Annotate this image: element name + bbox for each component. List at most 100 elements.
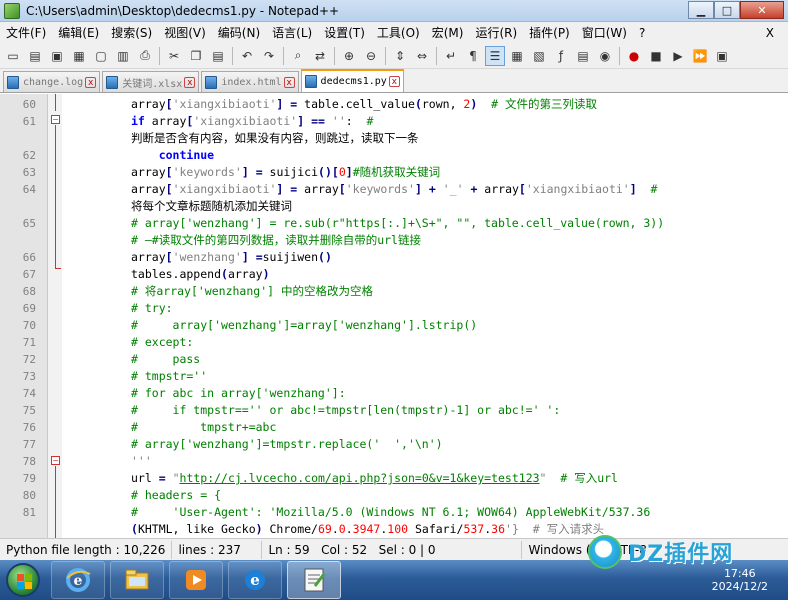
menu-item[interactable]: 插件(P): [523, 24, 576, 41]
paste-icon[interactable]: ▤: [208, 46, 228, 66]
file-icon: [205, 75, 218, 89]
close-file-icon[interactable]: ▢: [91, 46, 111, 66]
sync-vertical-icon[interactable]: ⇕: [390, 46, 410, 66]
tab-close-icon[interactable]: x: [85, 76, 97, 88]
clock-date: 2024/12/2: [711, 580, 768, 593]
replace-icon[interactable]: ⇄: [310, 46, 330, 66]
menu-item[interactable]: 工具(O): [371, 24, 426, 41]
code-line: 75 # if tmpstr=='' or abc!=tmpstr[len(tmp…: [0, 402, 788, 419]
folder-workspace-icon[interactable]: ▤: [573, 46, 593, 66]
menu-close-doc[interactable]: X: [760, 26, 780, 40]
tab-active[interactable]: dedecms1.py x: [300, 69, 404, 92]
print-icon[interactable]: ⎙: [135, 46, 155, 66]
line-number: 77: [22, 438, 36, 451]
open-file-icon[interactable]: ▤: [25, 46, 45, 66]
record-macro-icon[interactable]: ●: [624, 46, 644, 66]
menu-item[interactable]: 设置(T): [318, 24, 371, 41]
indent-guide-icon[interactable]: ☰: [485, 45, 505, 66]
notepadpp-icon: [4, 2, 20, 19]
tab-close-icon[interactable]: x: [184, 76, 196, 88]
taskbar-media-player-icon[interactable]: [169, 561, 223, 599]
tab-close-icon[interactable]: x: [388, 76, 400, 87]
line-number: 65: [22, 217, 36, 230]
copy-icon[interactable]: ❐: [186, 46, 206, 66]
toolbar-separator: [159, 46, 160, 65]
tab[interactable]: change.log x: [3, 71, 101, 92]
close-all-icon[interactable]: ▥: [113, 46, 133, 66]
line-number: 69: [22, 302, 36, 315]
start-button[interactable]: [0, 560, 46, 600]
code-text: (KHTML, like Gecko) Chrome/69.0.3947.100…: [131, 522, 605, 536]
line-number: 67: [22, 268, 36, 281]
tab[interactable]: index.html x: [201, 71, 299, 92]
menu-bar: 文件(F) 编辑(E) 搜索(S) 视图(V) 编码(N) 语言(L) 设置(T) 工具(O)…: [0, 22, 788, 43]
run-macro-multiple-icon[interactable]: ⏩: [690, 46, 710, 66]
menu-item[interactable]: 运行(R): [469, 24, 523, 41]
menu-item[interactable]: 文件(F): [0, 24, 52, 41]
menu-item[interactable]: 视图(V): [158, 24, 212, 41]
line-number: 72: [22, 353, 36, 366]
line-number: 73: [22, 370, 36, 383]
code-text: # pass: [131, 352, 201, 366]
doc-map-icon[interactable]: ▧: [529, 46, 549, 66]
save-icon[interactable]: ▣: [47, 46, 67, 66]
line-number: 78: [22, 455, 36, 468]
tab[interactable]: 关键词.xlsx x: [102, 71, 200, 92]
watermark-overlay: DZ插件网: [588, 532, 778, 572]
menu-item[interactable]: ?: [633, 26, 651, 40]
code-line: 72 # pass: [0, 351, 788, 368]
find-icon[interactable]: ⌕: [288, 46, 308, 66]
toolbar-separator: [232, 46, 233, 65]
minimize-button[interactable]: ▁: [688, 1, 714, 19]
code-line: 81 # 'User-Agent': 'Mozilla/5.0 (Windows …: [0, 504, 788, 521]
monitoring-icon[interactable]: ◉: [595, 46, 615, 66]
save-macro-icon[interactable]: ▣: [712, 46, 732, 66]
redo-icon[interactable]: ↷: [259, 46, 279, 66]
line-number: 60: [22, 98, 36, 111]
line-number: 66: [22, 251, 36, 264]
taskbar-explorer-icon[interactable]: [110, 561, 164, 599]
tab-close-icon[interactable]: x: [283, 76, 295, 88]
close-button[interactable]: ✕: [740, 1, 784, 19]
maximize-button[interactable]: □: [714, 1, 740, 19]
show-all-chars-icon[interactable]: ¶: [463, 46, 483, 66]
toolbar-separator: [385, 46, 386, 65]
code-text: # tmpstr='': [131, 369, 208, 383]
menu-item[interactable]: 编辑(E): [52, 24, 105, 41]
undo-icon[interactable]: ↶: [237, 46, 257, 66]
zoom-in-icon[interactable]: ⊕: [339, 46, 359, 66]
word-wrap-icon[interactable]: ↵: [441, 46, 461, 66]
code-line: 67 tables.append(array): [0, 266, 788, 283]
code-text: # tmpstr+=abc: [131, 420, 277, 434]
code-text: if array['xiangxibiaoti'] == '': #: [131, 114, 374, 128]
taskbar-ie2-icon[interactable]: e: [228, 561, 282, 599]
menu-item[interactable]: 编码(N): [212, 24, 266, 41]
zoom-out-icon[interactable]: ⊖: [361, 46, 381, 66]
code-editor[interactable]: − − 60 array['xiangxibiaoti'] = table.cel…: [0, 94, 788, 538]
code-text: # 将array['wenzhang'] 中的空格改为空格: [131, 284, 373, 298]
toolbar-separator: [436, 46, 437, 65]
code-text: array['xiangxibiaoti'] = array['keywords…: [131, 182, 658, 196]
code-text: 判断是否含有内容，如果没有内容，则跳过，读取下一条: [131, 131, 419, 145]
play-macro-icon[interactable]: ▶: [668, 46, 688, 66]
cut-icon[interactable]: ✂: [164, 46, 184, 66]
menu-item[interactable]: 窗口(W): [576, 24, 633, 41]
line-number: 70: [22, 319, 36, 332]
code-line: 判断是否含有内容，如果没有内容，则跳过，读取下一条: [0, 130, 788, 147]
stop-macro-icon[interactable]: ■: [646, 46, 666, 66]
taskbar-ie-icon[interactable]: e: [51, 561, 105, 599]
function-list-icon[interactable]: ƒ: [551, 46, 571, 66]
menu-item[interactable]: 语言(L): [266, 24, 318, 41]
udl-icon[interactable]: ▦: [507, 46, 527, 66]
code-line: 76 # tmpstr+=abc: [0, 419, 788, 436]
new-file-icon[interactable]: ▭: [3, 46, 23, 66]
menu-item[interactable]: 搜索(S): [105, 24, 158, 41]
line-number: 68: [22, 285, 36, 298]
toolbar-separator: [334, 46, 335, 65]
menu-item[interactable]: 宏(M): [426, 24, 470, 41]
code-text: array['xiangxibiaoti'] = table.cell_valu…: [131, 97, 598, 111]
sync-horizontal-icon[interactable]: ⇔: [412, 46, 432, 66]
save-all-icon[interactable]: ▦: [69, 46, 89, 66]
taskbar-notepadpp-icon[interactable]: [287, 561, 341, 599]
toolbar: ▭ ▤ ▣ ▦ ▢ ▥ ⎙ ✂ ❐ ▤ ↶ ↷ ⌕ ⇄ ⊕ ⊖ ⇕ ⇔ ↵ ¶ …: [0, 43, 788, 69]
